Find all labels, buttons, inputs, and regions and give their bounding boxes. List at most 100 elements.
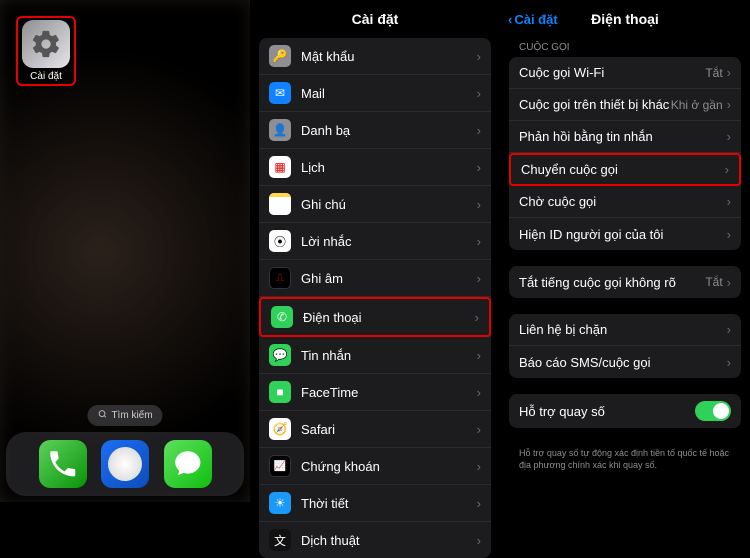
row-blocked-contacts[interactable]: Liên hệ bị chặn › — [509, 314, 741, 346]
row-notes[interactable]: Ghi chú › — [259, 186, 491, 223]
row-value: Tắt — [705, 66, 722, 80]
chevron-right-icon: › — [727, 322, 731, 337]
message-icon: 💬 — [269, 344, 291, 366]
phone-settings-panel: ‹ Cài đặt Điện thoại CUỘC GỌI Cuộc gọi W… — [500, 0, 750, 502]
row-value: Tắt — [705, 275, 722, 289]
key-icon: 🔑 — [269, 45, 291, 67]
chevron-left-icon: ‹ — [508, 12, 512, 27]
stocks-icon: 📈 — [269, 455, 291, 477]
chevron-right-icon: › — [727, 227, 731, 242]
chevron-right-icon: › — [477, 496, 481, 511]
mail-icon: ✉ — [269, 82, 291, 104]
dial-assist-note: Hỗ trợ quay số tự động xác định tiền tố … — [509, 444, 741, 475]
row-label: Tin nhắn — [301, 348, 477, 363]
chevron-right-icon: › — [727, 65, 731, 80]
dock-phone-app[interactable] — [39, 440, 87, 488]
reminders-icon: ⦿ — [269, 230, 291, 252]
chevron-right-icon: › — [477, 49, 481, 64]
settings-app-icon[interactable] — [22, 20, 70, 68]
dial-assist-toggle[interactable] — [695, 401, 731, 421]
back-button[interactable]: ‹ Cài đặt — [508, 12, 558, 27]
row-label: Ghi chú — [301, 197, 477, 212]
row-label: Danh bạ — [301, 123, 477, 138]
page-title: Điện thoại — [591, 11, 659, 27]
chevron-right-icon: › — [477, 123, 481, 138]
row-passwords[interactable]: 🔑 Mật khẩu › — [259, 38, 491, 75]
row-label: Lịch — [301, 160, 477, 175]
row-label: Lời nhắc — [301, 234, 477, 249]
phone-icon: ✆ — [271, 306, 293, 328]
row-caller-id[interactable]: Hiện ID người gọi của tôi › — [509, 218, 741, 250]
row-label: Hỗ trợ quay số — [519, 404, 695, 419]
row-wifi-calling[interactable]: Cuộc gọi Wi-Fi Tắt › — [509, 57, 741, 89]
calls-section: Cuộc gọi Wi-Fi Tắt › Cuộc gọi trên thiết… — [509, 57, 741, 250]
chevron-right-icon: › — [477, 234, 481, 249]
row-label: Hiện ID người gọi của tôi — [519, 227, 727, 242]
row-call-forwarding-highlighted[interactable]: Chuyển cuộc gọi › — [509, 153, 741, 186]
chevron-right-icon: › — [477, 459, 481, 474]
chevron-right-icon: › — [477, 422, 481, 437]
chevron-right-icon: › — [477, 86, 481, 101]
phone-list: CUỘC GỌI Cuộc gọi Wi-Fi Tắt › Cuộc gọi t… — [500, 38, 750, 475]
row-facetime[interactable]: ■ FaceTime › — [259, 374, 491, 411]
row-dial-assist: Hỗ trợ quay số — [509, 394, 741, 428]
chevron-right-icon: › — [727, 275, 731, 290]
row-translate[interactable]: 文 Dịch thuật › — [259, 522, 491, 558]
row-label: Phản hồi bằng tin nhắn — [519, 129, 727, 144]
row-mail[interactable]: ✉ Mail › — [259, 75, 491, 112]
home-screen-panel: Cài đặt Tìm kiếm — [0, 0, 250, 502]
waveform-icon: ⎍ — [269, 267, 291, 289]
weather-icon: ☀ — [269, 492, 291, 514]
settings-app-label: Cài đặt — [22, 71, 70, 82]
page-title: Cài đặt — [352, 11, 399, 27]
chevron-right-icon: › — [727, 194, 731, 209]
row-value: Khi ở gần — [671, 98, 723, 112]
dock-messages-app[interactable] — [164, 440, 212, 488]
row-calendar[interactable]: ▦ Lịch › — [259, 149, 491, 186]
header: Cài đặt — [250, 0, 500, 38]
settings-section: 🔑 Mật khẩu › ✉ Mail › 👤 Danh bạ › ▦ Lịch… — [259, 38, 491, 558]
header: ‹ Cài đặt Điện thoại — [500, 0, 750, 38]
row-reminders[interactable]: ⦿ Lời nhắc › — [259, 223, 491, 260]
settings-list-panel: Cài đặt 🔑 Mật khẩu › ✉ Mail › 👤 Danh bạ … — [250, 0, 500, 502]
row-label: Liên hệ bị chặn — [519, 322, 727, 337]
row-silence-unknown[interactable]: Tắt tiếng cuộc gọi không rõ Tắt › — [509, 266, 741, 298]
chevron-right-icon: › — [727, 97, 731, 112]
chevron-right-icon: › — [477, 160, 481, 175]
row-call-waiting[interactable]: Chờ cuộc gọi › — [509, 186, 741, 218]
row-label: Mail — [301, 86, 477, 101]
chevron-right-icon: › — [725, 162, 729, 177]
row-label: Safari — [301, 422, 477, 437]
row-safari[interactable]: 🧭 Safari › — [259, 411, 491, 448]
search-icon — [97, 409, 107, 422]
row-label: Mật khẩu — [301, 49, 477, 64]
row-weather[interactable]: ☀ Thời tiết › — [259, 485, 491, 522]
home-search-button[interactable]: Tìm kiếm — [87, 405, 162, 426]
row-contacts[interactable]: 👤 Danh bạ › — [259, 112, 491, 149]
row-stocks[interactable]: 📈 Chứng khoán › — [259, 448, 491, 485]
back-label: Cài đặt — [514, 12, 557, 27]
silence-section: Tắt tiếng cuộc gọi không rõ Tắt › — [509, 266, 741, 298]
blocked-section: Liên hệ bị chặn › Báo cáo SMS/cuộc gọi › — [509, 314, 741, 378]
row-calls-other-devices[interactable]: Cuộc gọi trên thiết bị khác Khi ở gần › — [509, 89, 741, 121]
row-label: Báo cáo SMS/cuộc gọi — [519, 355, 727, 370]
row-label: Điện thoại — [303, 310, 475, 325]
row-label: Thời tiết — [301, 496, 477, 511]
chevron-right-icon: › — [477, 533, 481, 548]
dock-safari-app[interactable] — [101, 440, 149, 488]
phone-icon — [39, 440, 87, 488]
row-label: Chờ cuộc gọi — [519, 194, 727, 209]
row-respond-text[interactable]: Phản hồi bằng tin nhắn › — [509, 121, 741, 153]
row-phone-highlighted[interactable]: ✆ Điện thoại › — [259, 297, 491, 337]
row-report-sms[interactable]: Báo cáo SMS/cuộc gọi › — [509, 346, 741, 378]
compass-icon — [108, 447, 142, 481]
row-label: Cuộc gọi Wi-Fi — [519, 65, 705, 80]
row-messages[interactable]: 💬 Tin nhắn › — [259, 337, 491, 374]
chevron-right-icon: › — [477, 197, 481, 212]
settings-app-highlight: Cài đặt — [16, 16, 76, 86]
video-icon: ■ — [269, 381, 291, 403]
row-label: Dịch thuật — [301, 533, 477, 548]
row-voicememos[interactable]: ⎍ Ghi âm › — [259, 260, 491, 297]
gear-icon — [30, 28, 62, 60]
message-icon — [164, 440, 212, 488]
